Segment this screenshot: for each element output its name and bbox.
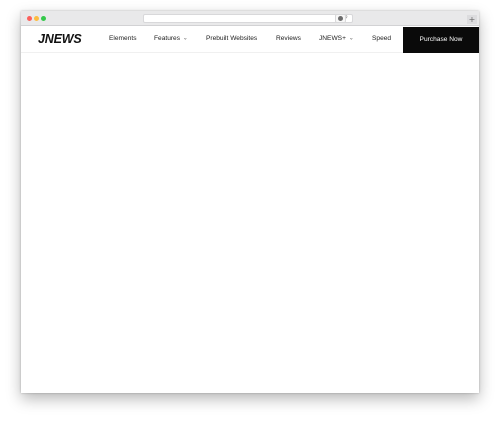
site-logo[interactable]: JNEWS — [38, 32, 82, 46]
nav-item-label: Features — [154, 35, 181, 42]
extension-icon[interactable] — [335, 14, 346, 23]
purchase-now-button[interactable]: Purchase Now — [403, 27, 479, 53]
nav-item-label: Speed — [372, 35, 392, 42]
nav-item-label: Elements — [109, 35, 137, 42]
browser-toolbar: ↻ + — [21, 11, 479, 26]
nav-item-speed[interactable]: Speed — [372, 35, 391, 42]
nav-item-reviews[interactable]: Reviews — [276, 35, 301, 42]
browser-window: ↻ + JNEWS Elements Features⌄ Prebuilt We… — [21, 11, 479, 393]
nav-item-label: Reviews — [276, 35, 301, 42]
nav-item-features[interactable]: Features ⌄ — [154, 35, 188, 42]
chevron-down-icon: ⌄ — [183, 35, 188, 42]
address-bar[interactable]: ↻ — [143, 13, 353, 23]
nav-item-label: JNEWS+ — [319, 35, 346, 42]
maximize-window-button[interactable] — [41, 16, 46, 21]
close-window-button[interactable] — [27, 16, 32, 21]
minimize-window-button[interactable] — [34, 16, 39, 21]
new-tab-button[interactable]: + — [467, 15, 477, 24]
chevron-down-icon: ⌄ — [348, 35, 354, 42]
page-content — [21, 53, 479, 393]
nav-item-label: Prebuilt Websites — [206, 35, 258, 42]
nav-item-prebuilt-websites[interactable]: Prebuilt Websites — [206, 35, 257, 42]
nav-item-elements[interactable]: Elements — [109, 35, 137, 42]
site-header: JNEWS Elements Features ⌄ Prebuilt Websit… — [21, 27, 479, 53]
nav-item-jnews-plus[interactable]: JNEWS+ ⌄ — [319, 35, 354, 42]
